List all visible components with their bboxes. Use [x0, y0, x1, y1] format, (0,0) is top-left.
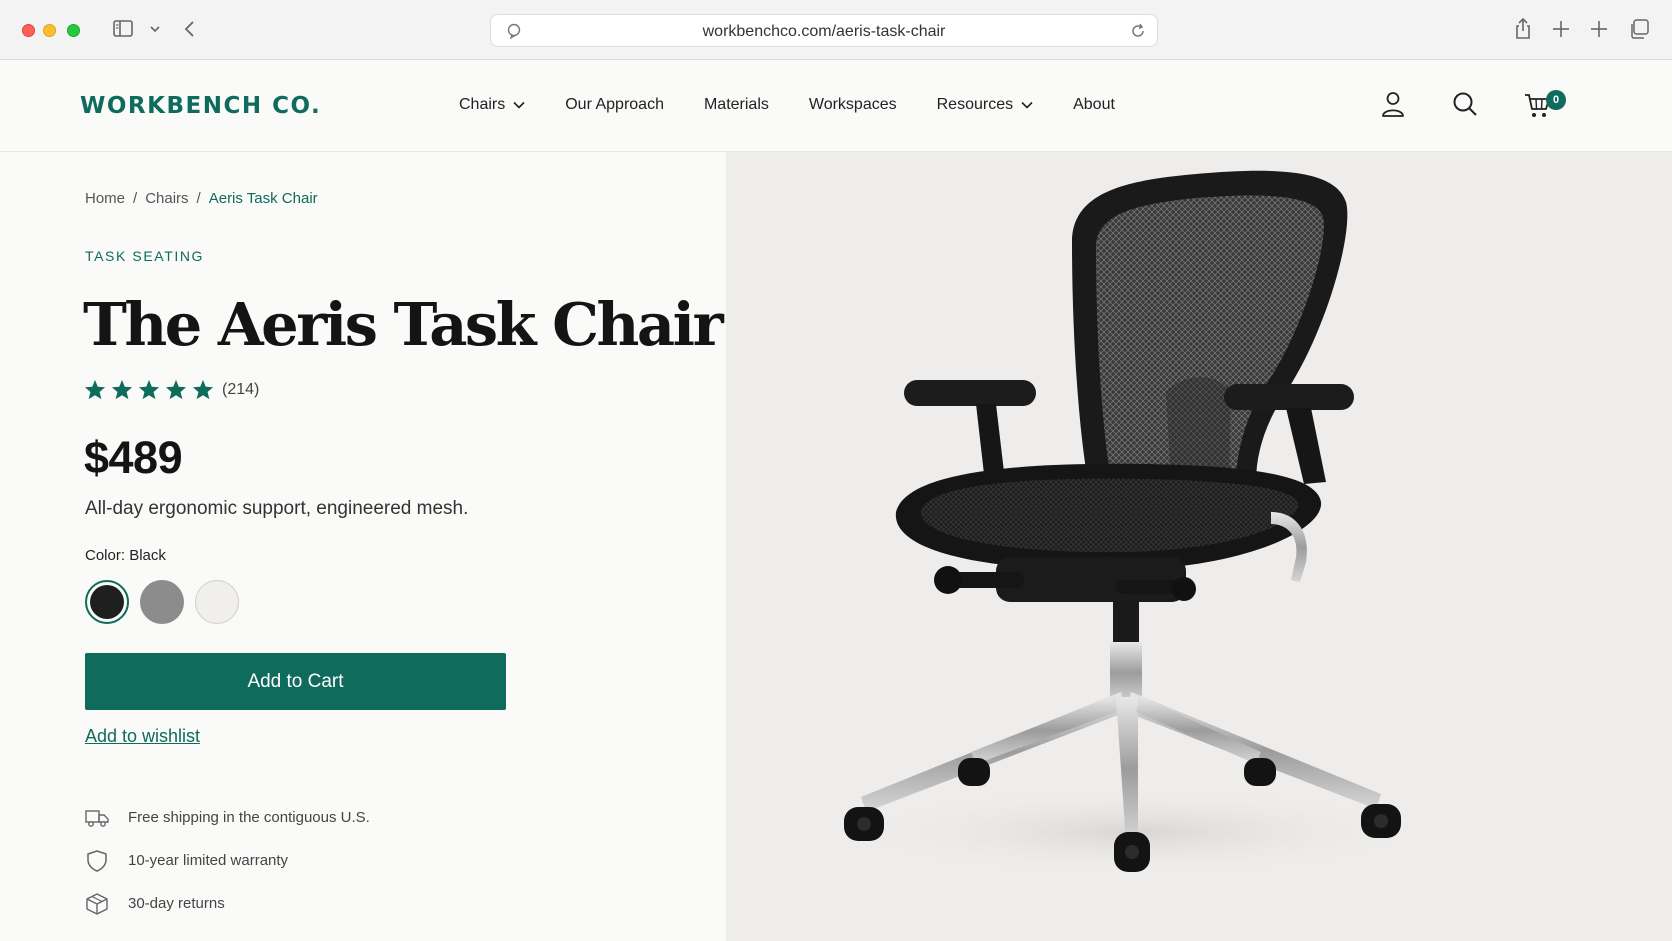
- color-label-text: Color:: [85, 547, 126, 564]
- product-price: $489: [84, 432, 183, 483]
- sidebar-toggle-icon[interactable]: [112, 18, 134, 45]
- search-icon[interactable]: [1451, 90, 1479, 123]
- feature-item: 30-day returns: [85, 882, 370, 925]
- site-logo[interactable]: WORKBENCH CO.: [80, 93, 321, 119]
- nav-chairs-label: Chairs: [459, 96, 506, 113]
- feature-text: Free shipping in the contiguous U.S.: [128, 809, 370, 826]
- nav-resources[interactable]: Resources: [937, 96, 1033, 114]
- close-window-button[interactable]: [22, 24, 35, 37]
- star-icon: [84, 379, 106, 400]
- reload-icon[interactable]: [1129, 22, 1147, 45]
- review-count[interactable]: (214): [222, 381, 259, 399]
- breadcrumb-current: Aeris Task Chair: [208, 190, 318, 207]
- breadcrumb: Home / Chairs / Aeris Task Chair: [85, 190, 318, 207]
- feature-text: 10-year limited warranty: [128, 852, 289, 869]
- tab-overview-icon[interactable]: [1628, 18, 1650, 45]
- product-title: The Aeris Task Chair: [83, 290, 724, 359]
- new-tab-icon[interactable]: [1551, 19, 1571, 44]
- nav-workspaces[interactable]: Workspaces: [809, 96, 897, 114]
- nav-about[interactable]: About: [1073, 96, 1115, 114]
- maximize-window-button[interactable]: [67, 24, 80, 37]
- color-label: Color: Black: [85, 547, 166, 564]
- chevron-down-icon[interactable]: [148, 20, 162, 43]
- shield-icon: [87, 849, 107, 872]
- product-image: [726, 152, 1672, 941]
- add-icon[interactable]: [1589, 19, 1609, 44]
- back-icon[interactable]: [182, 19, 198, 44]
- swatch-gray-fill: [140, 580, 184, 624]
- cart-count-badge: 0: [1546, 90, 1566, 110]
- site-header: WORKBENCH CO. Chairs Our Approach Materi…: [0, 60, 1672, 152]
- feature-list: Free shipping in the contiguous U.S. 10-…: [85, 796, 370, 925]
- breadcrumb-home[interactable]: Home: [85, 190, 125, 207]
- swatch-black-fill: [90, 585, 124, 619]
- chair-image: [726, 152, 1672, 941]
- color-swatches: [85, 580, 250, 624]
- minimize-window-button[interactable]: [43, 24, 56, 37]
- breadcrumb-separator: /: [133, 190, 138, 207]
- feature-text: 30-day returns: [128, 895, 225, 912]
- box-icon: [86, 892, 108, 915]
- star-icon: [138, 379, 160, 400]
- nav-resources-label: Resources: [936, 96, 1014, 113]
- swatch-black[interactable]: [85, 580, 129, 624]
- chevron-down-icon: [1021, 101, 1033, 109]
- nav-our-approach-label: Our Approach: [565, 96, 664, 113]
- nav-workspaces-label: Workspaces: [808, 96, 897, 113]
- swatch-gray[interactable]: [140, 580, 184, 624]
- browser-toolbar: workbenchco.com/aeris-task-chair: [0, 0, 1672, 60]
- nav-materials-label: Materials: [703, 96, 769, 113]
- feature-item: 10-year limited warranty: [85, 839, 370, 882]
- product-tagline: All-day ergonomic support, engineered me…: [85, 498, 469, 519]
- truck-icon: [85, 809, 109, 827]
- chevron-down-icon: [513, 101, 525, 109]
- account-icon[interactable]: [1380, 90, 1406, 123]
- swatch-white-fill: [195, 580, 239, 624]
- url-text: workbenchco.com/aeris-task-chair: [702, 23, 946, 40]
- nav-chairs[interactable]: Chairs: [459, 96, 525, 114]
- swatch-white[interactable]: [195, 580, 239, 624]
- main-nav: Chairs Our Approach Materials Workspaces…: [459, 96, 1155, 114]
- star-icon: [192, 379, 214, 400]
- breadcrumb-separator: /: [196, 190, 201, 207]
- address-bar[interactable]: workbenchco.com/aeris-task-chair: [490, 14, 1158, 47]
- add-to-cart-button[interactable]: Add to Cart: [85, 653, 506, 710]
- nav-about-label: About: [1073, 96, 1115, 113]
- rating[interactable]: (214): [84, 379, 259, 400]
- selected-color: Black: [129, 547, 166, 564]
- nav-our-approach[interactable]: Our Approach: [565, 96, 664, 114]
- star-icon: [165, 379, 187, 400]
- breadcrumb-chairs[interactable]: Chairs: [145, 190, 188, 207]
- product-category: TASK SEATING: [85, 248, 205, 264]
- nav-materials[interactable]: Materials: [704, 96, 769, 114]
- star-icon: [111, 379, 133, 400]
- add-to-wishlist-link[interactable]: Add to wishlist: [85, 726, 200, 747]
- feature-item: Free shipping in the contiguous U.S.: [85, 796, 370, 839]
- share-icon[interactable]: [1512, 17, 1534, 46]
